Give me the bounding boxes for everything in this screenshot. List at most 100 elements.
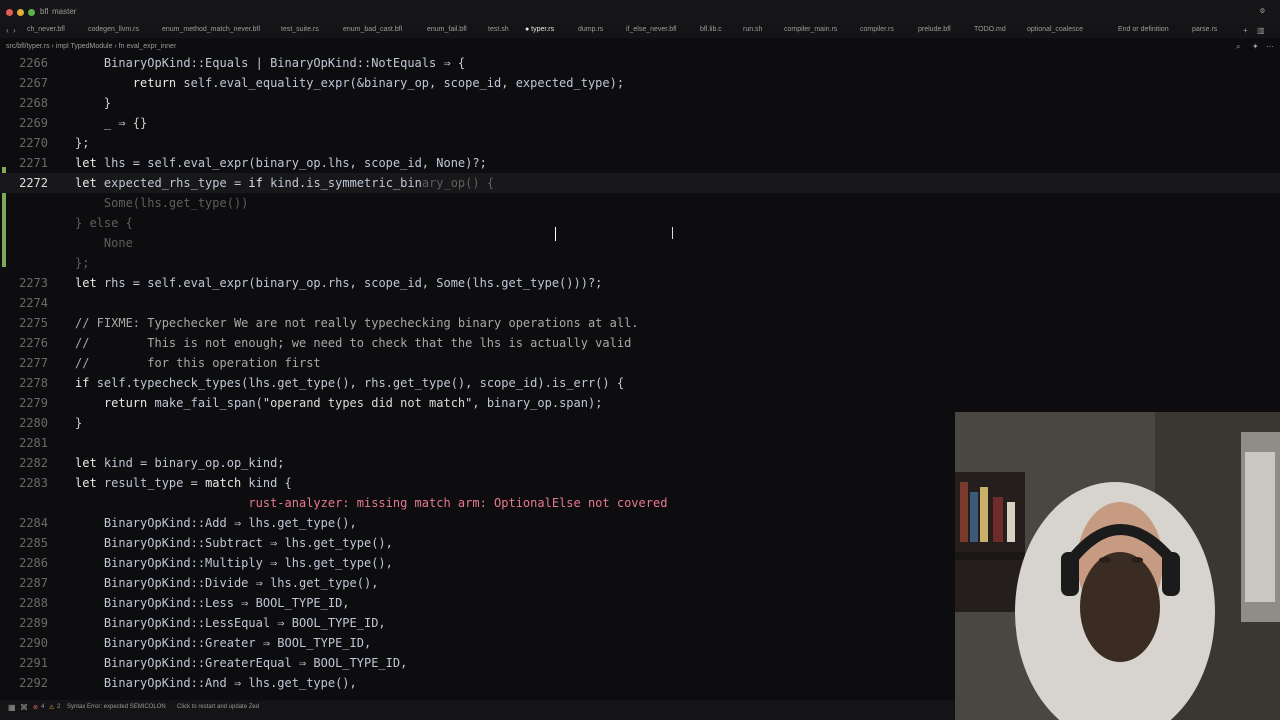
code-text[interactable]: return self.eval_equality_expr(&binary_o… (75, 73, 624, 93)
warning-count[interactable]: 2 (57, 704, 60, 710)
warning-icon[interactable]: ⚠ (49, 704, 54, 711)
code-text[interactable]: BinaryOpKind::Divide ⇒ lhs.get_type(), (75, 573, 379, 593)
update-notice[interactable]: Click to restart and update Zed (177, 704, 259, 710)
line-number: 2278 (19, 376, 48, 390)
code-line[interactable]: 2275 // FIXME: Typechecker We are not rea… (0, 313, 1280, 333)
tab-1[interactable]: codegen_llvm.rs (88, 26, 139, 33)
split-icon[interactable]: ▥ (1257, 26, 1265, 35)
code-line[interactable]: 2276 // This is not enough; we need to ch… (0, 333, 1280, 353)
minimize-window-button[interactable] (17, 9, 24, 16)
code-text[interactable]: BinaryOpKind::Add ⇒ lhs.get_type(), (75, 513, 357, 533)
tab-0[interactable]: ch_never.bfl (27, 26, 65, 33)
error-count[interactable]: 4 (41, 704, 44, 710)
project-name[interactable]: bfl (40, 7, 48, 16)
tab-2[interactable]: enum_method_match_never.bfl (162, 26, 260, 33)
code-line[interactable]: 2267 return self.eval_equality_expr(&bin… (0, 73, 1280, 93)
code-text[interactable]: BinaryOpKind::Subtract ⇒ lhs.get_type(), (75, 533, 393, 553)
status-message[interactable]: Syntax Error: expected SEMICOLON (67, 704, 166, 710)
tab-17[interactable]: End or definition (1118, 26, 1169, 33)
tab-13[interactable]: compiler.rs (860, 26, 894, 33)
code-text[interactable]: BinaryOpKind::GreaterEqual ⇒ BOOL_TYPE_I… (75, 653, 407, 673)
code-line[interactable]: 2270}; (0, 133, 1280, 153)
tab-15[interactable]: TODO.md (974, 26, 1006, 33)
code-text[interactable]: let lhs = self.eval_expr(binary_op.lhs, … (75, 153, 487, 173)
zoom-window-button[interactable] (28, 9, 35, 16)
code-line[interactable]: 2273 let rhs = self.eval_expr(binary_op.r… (0, 273, 1280, 293)
tab-12[interactable]: compiler_main.rs (784, 26, 837, 33)
code-text[interactable]: let kind = binary_op.op_kind; (75, 453, 285, 473)
chevron-left-icon[interactable]: ‹ (6, 26, 9, 35)
code-line[interactable]: 2271 let lhs = self.eval_expr(binary_op.l… (0, 153, 1280, 173)
code-line[interactable]: 2278 if self.typecheck_types(lhs.get_type… (0, 373, 1280, 393)
code-line[interactable]: 2266 BinaryOpKind::Equals | BinaryOpKind… (0, 53, 1280, 73)
breadcrumb-path[interactable]: src/bfl/typer.rs › impl TypedModule › fn… (6, 43, 176, 50)
code-token: BinaryOpKind::Greater ⇒ BOOL_TYPE_ID, (75, 636, 372, 650)
error-icon[interactable]: ⊗ (33, 704, 38, 711)
code-line[interactable]: 2269 _ ⇒ {} (0, 113, 1280, 133)
tab-10[interactable]: bfl.lib.c (700, 26, 722, 33)
breadcrumb[interactable]: src/bfl/typer.rs › impl TypedModule › fn… (0, 41, 1280, 53)
search-icon[interactable]: ⌕ (1236, 42, 1240, 52)
branch-name[interactable]: master (52, 7, 76, 16)
code-text[interactable]: // FIXME: Typechecker We are not really … (75, 313, 639, 333)
code-token: let (75, 176, 104, 190)
panel-icon[interactable]: ▦ (8, 703, 16, 712)
code-text[interactable]: } (75, 93, 111, 113)
tab-5[interactable]: enum_fail.bfl (427, 26, 467, 33)
code-text[interactable]: BinaryOpKind::Less ⇒ BOOL_TYPE_ID, (75, 593, 350, 613)
code-text[interactable]: BinaryOpKind::Multiply ⇒ lhs.get_type(), (75, 553, 393, 573)
tab-3[interactable]: test_suite.rs (281, 26, 319, 33)
code-text[interactable]: }; (75, 253, 89, 273)
more-icon[interactable]: ⋯ (1266, 42, 1274, 51)
sparkle-icon[interactable]: ✦ (1252, 42, 1259, 51)
line-number: 2282 (19, 456, 48, 470)
code-text[interactable]: BinaryOpKind::And ⇒ lhs.get_type(), (75, 673, 357, 693)
code-text[interactable]: }; (75, 133, 89, 153)
code-token: if (248, 176, 271, 190)
code-text[interactable]: return make_fail_span("operand types did… (75, 393, 603, 413)
code-text[interactable]: let result_type = match kind { (75, 473, 292, 493)
code-line[interactable]: 2279 return make_fail_span("operand type… (0, 393, 1280, 413)
tab-8[interactable]: dump.rs (578, 26, 603, 33)
code-line[interactable]: 2272 let expected_rhs_type = if kind.is_s… (0, 173, 1280, 193)
tab-7[interactable]: ● typer.rs (525, 26, 554, 33)
tab-4[interactable]: enum_bad_cast.bfl (343, 26, 402, 33)
tab-16[interactable]: optional_coalesce (1027, 26, 1083, 33)
code-text[interactable]: // for this operation first (75, 353, 321, 373)
code-text[interactable]: BinaryOpKind::LessEqual ⇒ BOOL_TYPE_ID, (75, 613, 386, 633)
code-text[interactable]: let rhs = self.eval_expr(binary_op.rhs, … (75, 273, 602, 293)
code-text[interactable]: } (75, 413, 82, 433)
code-line[interactable]: Some(lhs.get_type()) (0, 193, 1280, 213)
code-text[interactable]: if self.typecheck_types(lhs.get_type(), … (75, 373, 624, 393)
line-number: 2274 (19, 296, 48, 310)
plus-icon[interactable]: + (1243, 26, 1248, 35)
code-token: self.eval_equality_expr(&binary_op, scop… (183, 76, 625, 90)
tab-9[interactable]: if_else_never.bfl (626, 26, 677, 33)
tab-11[interactable]: run.sh (743, 26, 762, 33)
terminal-icon[interactable]: ⌘ (20, 703, 28, 712)
code-token: }; (75, 256, 90, 270)
code-token: BinaryOpKind::Add ⇒ lhs.get_type(), (75, 516, 357, 530)
code-line[interactable]: 2274 (0, 293, 1280, 313)
code-text[interactable]: BinaryOpKind::Equals | BinaryOpKind::Not… (75, 53, 465, 73)
code-text[interactable]: // This is not enough; we need to check … (75, 333, 631, 353)
tab-6[interactable]: test.sh (488, 26, 509, 33)
code-line[interactable]: 2268 } (0, 93, 1280, 113)
code-text[interactable]: Some(lhs.get_type()) (75, 193, 249, 213)
code-text[interactable]: rust-analyzer: missing match arm: Option… (75, 493, 667, 513)
tab-14[interactable]: prelude.bfl (918, 26, 951, 33)
gear-icon[interactable]: ⚙ (1260, 6, 1265, 15)
tab-18[interactable]: parse.rs (1192, 26, 1217, 33)
code-text[interactable]: _ ⇒ {} (75, 113, 147, 133)
code-text[interactable]: let expected_rhs_type = if kind.is_symme… (75, 173, 494, 193)
chevron-right-icon[interactable]: › (13, 26, 16, 35)
code-line[interactable]: }; (0, 253, 1280, 273)
code-text[interactable]: BinaryOpKind::Greater ⇒ BOOL_TYPE_ID, (75, 633, 371, 653)
code-line[interactable]: 2277 // for this operation first (0, 353, 1280, 373)
code-text[interactable]: None (75, 233, 133, 253)
code-line[interactable]: None (0, 233, 1280, 253)
code-line[interactable]: } else { (0, 213, 1280, 233)
close-window-button[interactable] (6, 9, 13, 16)
code-text[interactable]: } else { (75, 213, 133, 233)
line-number: 2292 (19, 676, 48, 690)
